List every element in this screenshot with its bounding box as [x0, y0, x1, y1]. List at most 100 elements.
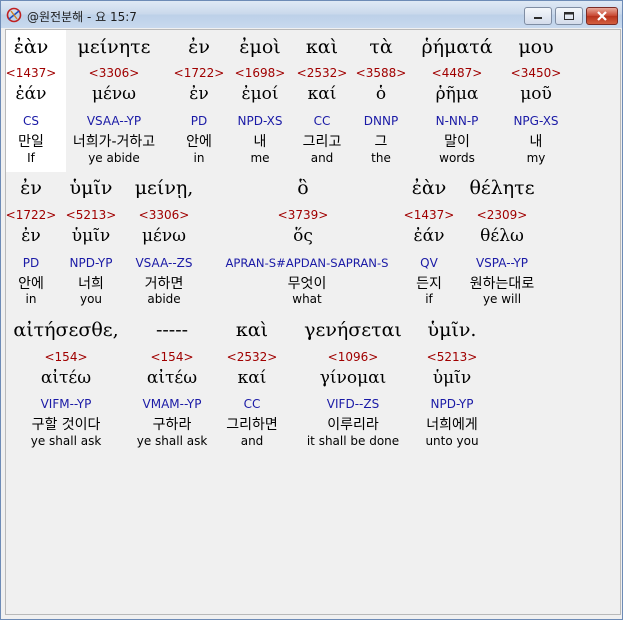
english-gloss: in — [25, 292, 37, 306]
strong-number: <4487> — [431, 66, 483, 80]
parsing-code: QV — [420, 256, 438, 270]
window-title: @원전분해 - 요 15:7 — [27, 10, 137, 24]
greek-word[interactable]: τὰ — [369, 36, 392, 58]
english-gloss: abide — [147, 292, 181, 306]
greek-word[interactable]: ἐν — [20, 177, 42, 199]
english-gloss: unto you — [425, 434, 479, 448]
greek-word[interactable]: ----- — [156, 319, 188, 341]
parsing-code: VSAA--ZS — [135, 256, 193, 270]
korean-gloss: 내 — [253, 134, 267, 150]
strong-number: <3588> — [355, 66, 407, 80]
parsing-code: CC — [243, 397, 261, 411]
lemma: ἐάν — [15, 84, 47, 104]
close-button[interactable] — [586, 7, 618, 25]
parsing-code: NPG-XS — [513, 114, 559, 128]
strong-number: <154> — [150, 350, 194, 364]
korean-gloss: 구하라 — [152, 417, 192, 433]
english-gloss: ye will — [482, 292, 522, 306]
strong-number: <154> — [44, 350, 88, 364]
parsing-code: N-NN-P — [435, 114, 479, 128]
lemma: ἐάν — [413, 226, 445, 246]
english-gloss: in — [193, 151, 205, 165]
parsing-code: VIFD--ZS — [326, 397, 380, 411]
lemma: ἐν — [189, 84, 209, 104]
greek-word[interactable]: καὶ — [236, 319, 268, 341]
english-gloss: ye shall ask — [30, 434, 102, 448]
english-gloss: it shall be done — [306, 434, 400, 448]
parsing-code: DNNP — [363, 114, 399, 128]
korean-gloss: 만일 — [18, 134, 44, 150]
korean-gloss: 그리하면 — [226, 417, 278, 433]
korean-gloss: 너희에게 — [426, 417, 478, 433]
greek-word[interactable]: καὶ — [306, 36, 338, 58]
app-window: @원전분해 - 요 15:7 ἐὰν <1437> ἐάν CS 만일 If μ… — [0, 0, 623, 620]
english-gloss: me — [250, 151, 270, 165]
lemma: μένω — [91, 84, 137, 104]
parsing-code: PD — [190, 114, 208, 128]
parsing-code: NPD-YP — [69, 256, 113, 270]
parsing-code: CC — [313, 114, 331, 128]
korean-gloss: 말이 — [444, 134, 470, 150]
parsing-code: NPD-XS — [237, 114, 283, 128]
parsing-code: CS — [23, 114, 39, 128]
parsing-code: APRAN-S#APDAN-SAPRAN-S — [225, 256, 389, 270]
lemma: ὅς — [293, 226, 313, 246]
strong-number: <3306> — [138, 208, 190, 222]
greek-word[interactable]: ἐν — [188, 36, 210, 58]
english-gloss: you — [79, 292, 103, 306]
greek-word[interactable]: θέλητε — [469, 177, 534, 199]
parsing-code: PD — [22, 256, 40, 270]
strong-number: <2532> — [296, 66, 348, 80]
greek-word[interactable]: ῥήματά — [421, 36, 492, 58]
strong-number: <1096> — [327, 350, 379, 364]
strong-number: <3739> — [277, 208, 329, 222]
lemma: ὑμῖν — [71, 226, 111, 246]
korean-gloss: 안에 — [186, 134, 212, 150]
english-gloss: If — [27, 151, 35, 165]
greek-word[interactable]: μου — [518, 36, 553, 58]
strong-number: <3450> — [510, 66, 562, 80]
greek-word[interactable]: ὑμῖν — [70, 177, 113, 199]
english-gloss: ye abide — [88, 151, 140, 165]
korean-gloss: 든지 — [416, 276, 442, 292]
greek-word[interactable]: μείνῃ, — [135, 177, 194, 199]
english-gloss: ye shall ask — [136, 434, 208, 448]
greek-word[interactable]: μείνητε — [78, 36, 151, 58]
analysis-pane[interactable]: ἐὰν <1437> ἐάν CS 만일 If μείνητε <3306> μ… — [5, 29, 621, 615]
korean-gloss: 거하면 — [144, 276, 184, 292]
greek-word[interactable]: ἐμοὶ — [239, 36, 280, 58]
strong-number: <1437> — [403, 208, 455, 222]
minimize-button[interactable] — [524, 7, 552, 25]
english-gloss: the — [371, 151, 391, 165]
strong-number: <3306> — [88, 66, 140, 80]
korean-gloss: 내 — [529, 134, 543, 150]
korean-gloss: 이루리라 — [327, 417, 379, 433]
lemma: μένω — [141, 226, 187, 246]
greek-word[interactable]: ὑμῖν. — [428, 319, 477, 341]
korean-gloss: 안에 — [18, 276, 44, 292]
strong-number: <1437> — [5, 66, 57, 80]
korean-gloss: 무엇이 — [287, 276, 327, 292]
lemma: αἰτέω — [146, 368, 198, 388]
korean-gloss: 구할 것이다 — [31, 417, 101, 433]
greek-word[interactable]: αἰτήσεσθε, — [13, 319, 118, 341]
parsing-code: VMAM--YP — [142, 397, 202, 411]
korean-gloss: 그 — [374, 134, 388, 150]
lemma: αἰτέω — [40, 368, 92, 388]
strong-number: <2532> — [226, 350, 278, 364]
strong-number: <5213> — [426, 350, 478, 364]
strong-number: <2309> — [476, 208, 528, 222]
english-gloss: and — [310, 151, 334, 165]
greek-word[interactable]: γενήσεται — [304, 319, 402, 341]
lemma: ῥῆμα — [435, 84, 479, 104]
title-bar[interactable]: @원전분해 - 요 15:7 — [1, 1, 622, 28]
strong-number: <1722> — [173, 66, 225, 80]
lemma: μοῦ — [520, 84, 552, 104]
greek-word[interactable]: ἐὰν — [412, 177, 447, 199]
app-swirl-icon — [6, 7, 22, 23]
lemma: ἐν — [21, 226, 41, 246]
greek-word[interactable]: ἐὰν — [14, 36, 49, 58]
greek-word[interactable]: ὃ — [297, 177, 308, 199]
maximize-button[interactable] — [555, 7, 583, 25]
english-gloss: what — [292, 292, 322, 306]
